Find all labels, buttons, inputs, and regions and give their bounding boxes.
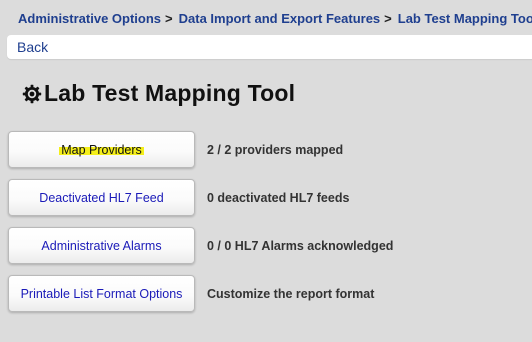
administrative-alarms-status: 0 / 0 HL7 Alarms acknowledged — [207, 238, 394, 253]
page-title: Lab Test Mapping Tool — [22, 80, 295, 107]
deactivated-hl7-feed-status: 0 deactivated HL7 feeds — [207, 190, 350, 205]
map-providers-button[interactable]: Map Providers — [8, 131, 195, 168]
administrative-alarms-button[interactable]: Administrative Alarms — [8, 227, 195, 264]
breadcrumb-item-data-import-export[interactable]: Data Import and Export Features — [179, 11, 381, 26]
back-link[interactable]: Back — [17, 39, 48, 55]
map-providers-button-label: Map Providers — [59, 142, 144, 157]
breadcrumb-item-administrative-options[interactable]: Administrative Options — [18, 11, 161, 26]
breadcrumb: Administrative Options > Data Import and… — [0, 0, 532, 36]
deactivated-hl7-feed-button[interactable]: Deactivated HL7 Feed — [8, 179, 195, 216]
action-row-deactivated-hl7-feed: Deactivated HL7 Feed 0 deactivated HL7 f… — [8, 179, 349, 216]
gear-icon — [22, 84, 42, 103]
breadcrumb-separator: > — [384, 10, 392, 26]
deactivated-hl7-feed-button-label: Deactivated HL7 Feed — [39, 190, 164, 205]
breadcrumb-separator: > — [165, 10, 173, 26]
action-row-map-providers: Map Providers 2 / 2 providers mapped — [8, 131, 343, 168]
page-title-text: Lab Test Mapping Tool — [44, 80, 296, 106]
printable-list-format-options-button-label: Printable List Format Options — [20, 286, 183, 301]
back-bar: Back — [7, 35, 532, 59]
printable-list-format-status: Customize the report format — [207, 286, 375, 301]
action-row-administrative-alarms: Administrative Alarms 0 / 0 HL7 Alarms a… — [8, 227, 393, 264]
printable-list-format-options-button[interactable]: Printable List Format Options — [8, 275, 195, 312]
administrative-alarms-button-label: Administrative Alarms — [41, 238, 162, 253]
breadcrumb-current: Lab Test Mapping Tool — [397, 10, 532, 26]
map-providers-status: 2 / 2 providers mapped — [207, 142, 344, 157]
action-row-printable-list-format: Printable List Format Options Customize … — [8, 275, 374, 312]
